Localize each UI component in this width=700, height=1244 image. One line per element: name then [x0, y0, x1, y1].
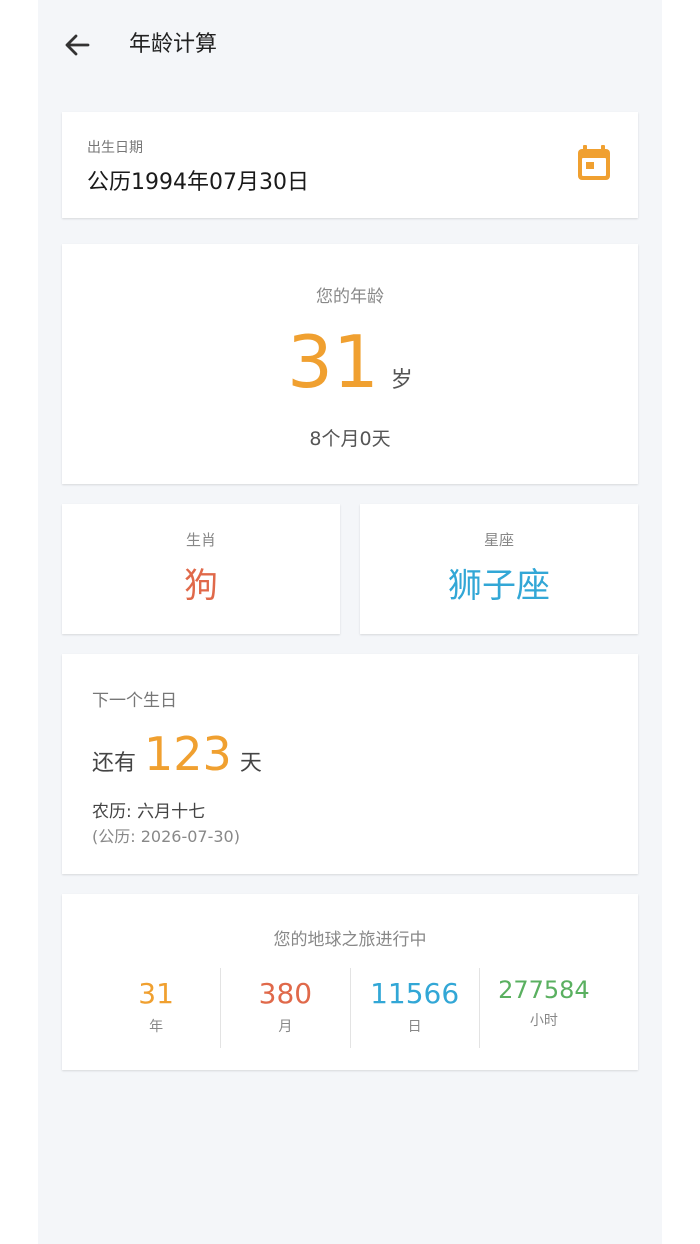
birth-date-selector[interactable]: 出生日期 公历1994年07月30日 — [62, 112, 638, 218]
lunar-date: 农历: 六月十七 — [92, 802, 206, 822]
next-birthday-label: 下一个生日 — [92, 691, 177, 711]
age-card: 您的年龄 31 岁 8个月0天 — [62, 244, 638, 484]
stat-value: 11566 — [370, 977, 460, 1010]
app-header: 年龄计算 — [38, 0, 662, 90]
stat-value: 31 — [138, 977, 174, 1010]
countdown-suffix: 天 — [239, 751, 262, 776]
stat-hours: 277584 小时 — [478, 968, 608, 1048]
calendar-button[interactable] — [576, 144, 612, 182]
age-label: 您的年龄 — [316, 287, 384, 307]
countdown-prefix: 还有 — [92, 751, 137, 776]
zodiac-label: 生肖 — [185, 531, 216, 549]
app-screen: 年龄计算 出生日期 公历1994年07月30日 您的年龄 31 岁 8个月0天 … — [38, 0, 662, 1244]
stat-unit: 日 — [407, 1019, 422, 1035]
stat-unit: 年 — [149, 1019, 164, 1035]
next-birthday-card: 下一个生日 还有 123 天 农历: 六月十七 (公历: 2026-07-30) — [62, 654, 638, 874]
stat-years: 31 年 — [92, 968, 220, 1048]
age-extra: 8个月0天 — [309, 428, 391, 450]
arrow-left-icon — [65, 34, 90, 56]
page-title: 年龄计算 — [129, 32, 218, 57]
stat-months: 380 月 — [220, 968, 349, 1048]
age-years: 31 — [287, 320, 379, 404]
stat-days: 11566 日 — [349, 968, 479, 1048]
countdown-days: 123 — [144, 727, 232, 781]
solar-date: (公历: 2026-07-30) — [92, 827, 240, 846]
stat-value: 277584 — [498, 976, 590, 1004]
zodiac-value: 狗 — [184, 566, 218, 606]
stat-unit: 小时 — [529, 1013, 558, 1029]
calendar-icon — [578, 145, 610, 180]
zodiac-card: 生肖 狗 — [62, 504, 340, 634]
stat-value: 380 — [258, 977, 313, 1010]
journey-card: 您的地球之旅进行中 31 年 380 月 11566 日 277584 小时 — [62, 894, 638, 1070]
journey-title: 您的地球之旅进行中 — [273, 930, 427, 950]
age-main: 31 岁 — [62, 322, 638, 402]
next-birthday-countdown: 还有 123 天 — [92, 726, 262, 782]
constellation-label: 星座 — [483, 531, 514, 549]
journey-stats: 31 年 380 月 11566 日 277584 小时 — [92, 968, 608, 1048]
birth-date-value: 公历1994年07月30日 — [87, 170, 309, 195]
constellation-card: 星座 狮子座 — [360, 504, 638, 634]
stat-unit: 月 — [278, 1019, 293, 1035]
back-button[interactable] — [60, 28, 94, 62]
age-unit: 岁 — [390, 368, 413, 393]
constellation-value: 狮子座 — [448, 566, 550, 606]
birth-date-label: 出生日期 — [87, 140, 143, 156]
